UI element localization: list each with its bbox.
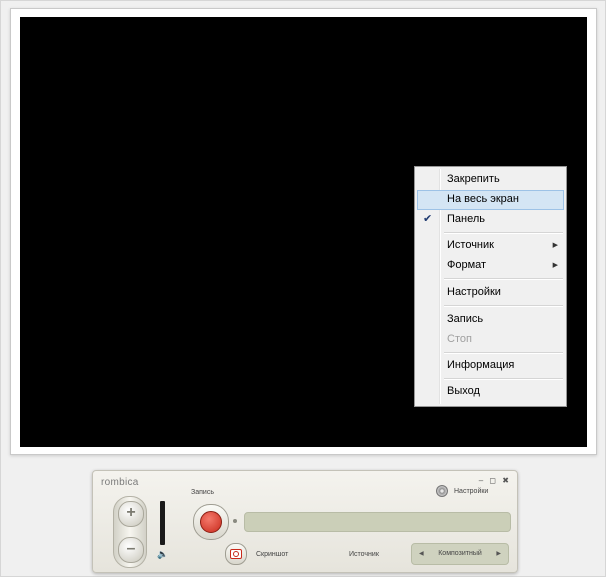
menu-item-exit[interactable]: Выход (417, 382, 564, 402)
source-prev-icon[interactable]: ◀ (419, 544, 424, 564)
menu-item-panel[interactable]: ✔ Панель (417, 210, 564, 230)
menu-separator (444, 352, 563, 354)
menu-item-label: Настройки (447, 286, 501, 298)
recording-progress-bar (244, 512, 511, 532)
camera-icon (230, 549, 242, 559)
menu-item-stop: Стоп (417, 330, 564, 350)
record-label: Запись (191, 489, 214, 496)
menu-item-source[interactable]: Источник ▶ (417, 236, 564, 256)
menu-item-record[interactable]: Запись (417, 310, 564, 330)
settings-button[interactable]: Настройки (454, 488, 488, 495)
screenshot-button[interactable] (225, 543, 247, 565)
source-label: Источник (349, 551, 379, 558)
screenshot-label: Скриншот (256, 551, 289, 558)
menu-item-label: Формат (447, 259, 487, 271)
brand-logo: rombica (101, 477, 139, 488)
source-selector[interactable]: ◀ Композитный ▶ (411, 543, 509, 565)
menu-item-settings[interactable]: Настройки (417, 283, 564, 303)
menu-item-info[interactable]: Информация (417, 356, 564, 376)
menu-separator (444, 232, 563, 234)
speaker-icon[interactable]: 🔈 (157, 549, 168, 560)
menu-separator (444, 305, 563, 307)
source-next-icon[interactable]: ▶ (496, 544, 501, 564)
gear-icon[interactable] (436, 485, 448, 497)
control-panel: rombica – ◻ ✖ Запись Настройки + – 🔈 Скр… (92, 470, 518, 573)
zoom-out-button[interactable]: – (118, 537, 144, 563)
zoom-control: + – (113, 496, 147, 568)
menu-separator (444, 278, 563, 280)
menu-item-label: Закрепить (447, 173, 500, 185)
menu-separator (444, 378, 563, 380)
menu-item-label: На весь экран (447, 193, 519, 205)
menu-item-label: Источник (447, 239, 494, 251)
record-dot-icon (200, 511, 222, 533)
source-value: Композитный (438, 550, 482, 557)
menu-item-label: Запись (447, 313, 484, 325)
menu-item-format[interactable]: Формат ▶ (417, 256, 564, 276)
menu-item-label: Стоп (447, 333, 472, 345)
submenu-arrow-icon: ▶ (552, 262, 558, 269)
menu-item-label: Панель (447, 213, 486, 225)
menu-item-label: Выход (447, 385, 480, 397)
checkmark-icon: ✔ (423, 213, 433, 225)
record-indicator (233, 519, 237, 523)
submenu-arrow-icon: ▶ (552, 242, 558, 249)
menu-item-pin[interactable]: Закрепить (417, 170, 564, 190)
zoom-in-button[interactable]: + (118, 501, 144, 527)
record-button[interactable] (193, 504, 229, 540)
menu-item-label: Информация (447, 359, 515, 371)
menu-item-fullscreen[interactable]: На весь экран (417, 190, 564, 210)
volume-slider[interactable] (160, 501, 165, 545)
context-menu: Закрепить На весь экран ✔ Панель Источни… (414, 166, 567, 407)
window-controls[interactable]: – ◻ ✖ (479, 476, 511, 485)
